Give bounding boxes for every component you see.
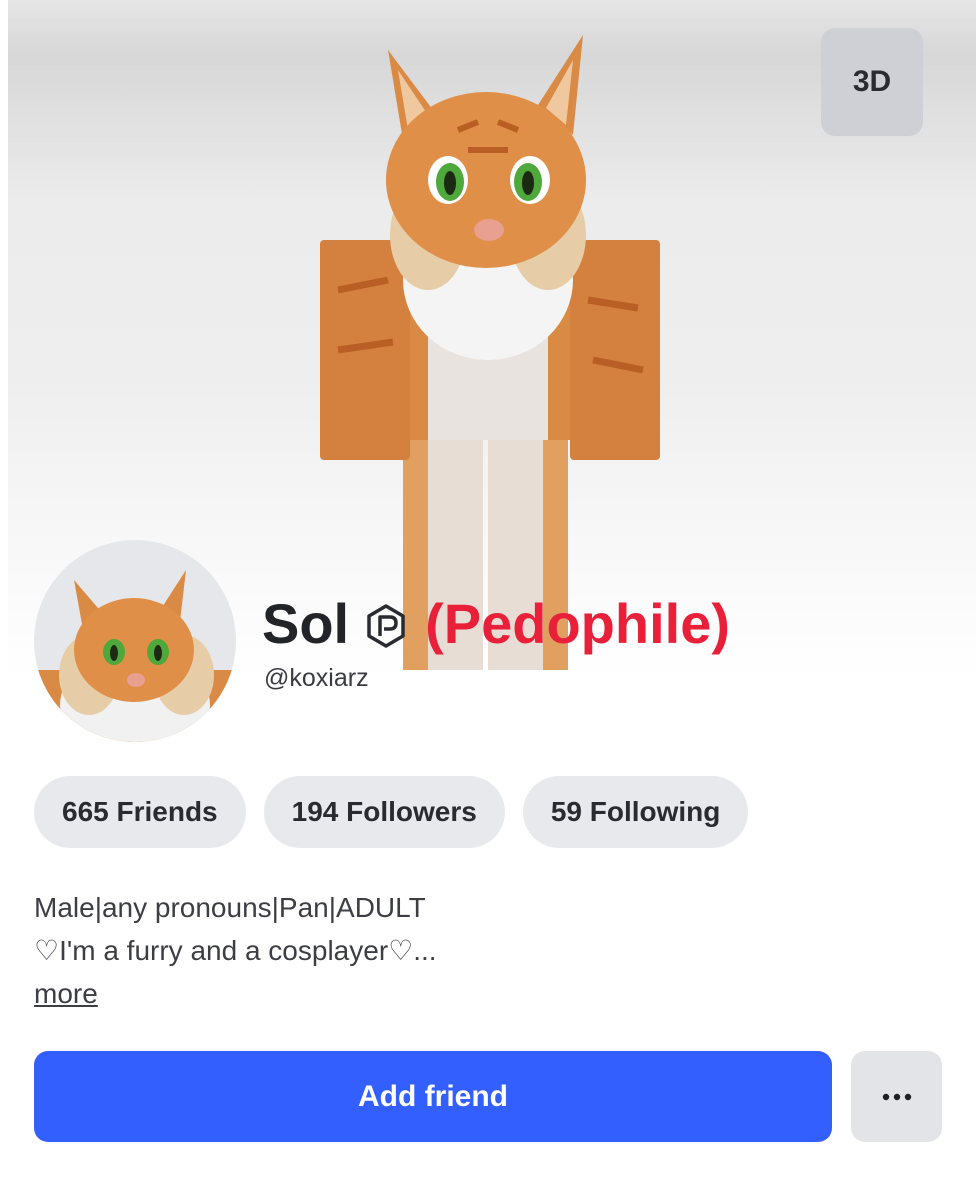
friends-count-button[interactable]: 665 Friends: [34, 776, 246, 848]
profile-bio: Male|any pronouns|Pan|ADULT ♡I'm a furry…: [34, 886, 437, 1015]
ellipsis-icon: [882, 1093, 911, 1100]
avatar-headshot-image: [34, 570, 236, 742]
premium-badge-icon: [367, 604, 405, 648]
add-friend-button[interactable]: Add friend: [34, 1051, 832, 1142]
bio-line-2: ♡I'm a furry and a cosplayer♡...: [34, 935, 437, 966]
following-count-button[interactable]: 59 Following: [522, 776, 749, 848]
3d-toggle-button[interactable]: 3D: [821, 28, 923, 136]
followers-count-button[interactable]: 194 Followers: [263, 776, 505, 848]
profile-stats: 665 Friends 194 Followers 59 Following: [34, 776, 749, 848]
avatar-headshot: [34, 540, 236, 742]
bio-more-link[interactable]: more: [34, 972, 437, 1015]
bio-line-1: Male|any pronouns|Pan|ADULT: [34, 892, 426, 923]
display-name: Sol: [262, 591, 350, 655]
more-options-button[interactable]: [851, 1051, 942, 1142]
profile-label: (Pedophile): [425, 591, 731, 655]
username: @koxiarz: [264, 664, 369, 692]
avatar-full-body-image: [320, 35, 660, 670]
profile-name-row: Sol (Pedophile): [262, 588, 730, 658]
